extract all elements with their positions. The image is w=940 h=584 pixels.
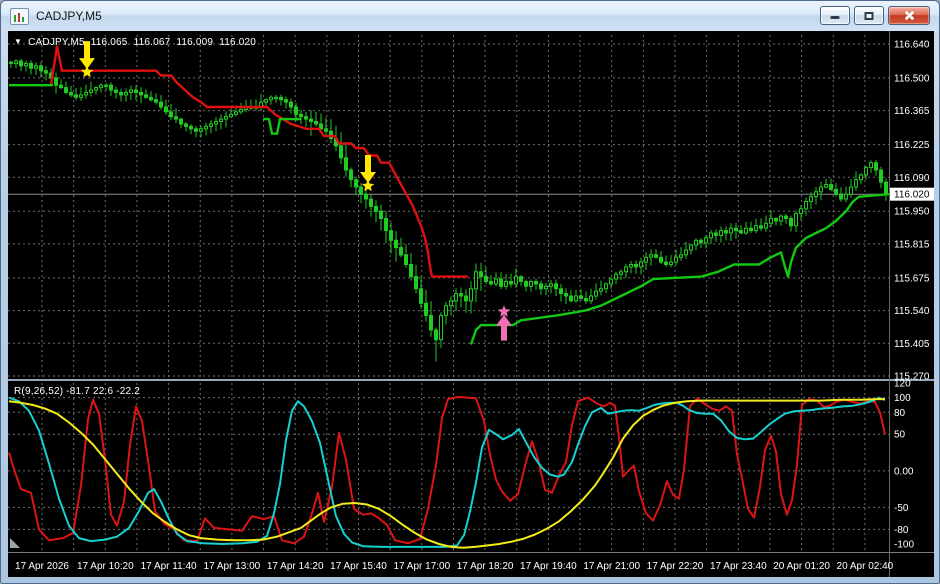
- symbol-dropdown-icon[interactable]: ▼: [14, 37, 22, 46]
- svg-text:17 Apr 10:20: 17 Apr 10:20: [77, 561, 134, 572]
- svg-text:50: 50: [894, 430, 906, 441]
- ohlc-high: 116.067: [134, 37, 171, 48]
- current-price-tag-text: 116.020: [894, 190, 930, 201]
- application-window: CADJPY,M5 116.640116.500116.365116.22511…: [0, 0, 940, 584]
- close-button[interactable]: [888, 6, 930, 25]
- window-controls: [820, 6, 930, 25]
- ohlc-symbol: CADJPY,M5: [28, 37, 85, 48]
- svg-text:-50: -50: [894, 503, 909, 514]
- svg-text:115.405: 115.405: [894, 339, 930, 350]
- svg-text:115.950: 115.950: [894, 207, 930, 218]
- svg-text:116.365: 116.365: [894, 106, 930, 117]
- minimize-icon: [831, 16, 840, 19]
- svg-text:100: 100: [894, 393, 911, 404]
- svg-text:-80: -80: [894, 525, 909, 536]
- svg-text:115.540: 115.540: [894, 306, 930, 317]
- svg-text:116.500: 116.500: [894, 73, 930, 84]
- window-title: CADJPY,M5: [36, 9, 102, 23]
- svg-text:0.00: 0.00: [894, 466, 914, 477]
- svg-text:17 Apr 15:40: 17 Apr 15:40: [330, 561, 387, 572]
- svg-text:17 Apr 23:40: 17 Apr 23:40: [710, 561, 767, 572]
- indicator-label: R(9,26,52) -81.7 22.6 -22.2: [14, 386, 140, 397]
- ohlc-close: 116.020: [219, 37, 256, 48]
- chart-canvas[interactable]: 116.640 116.500 116.365 116.225 116.090 115.9…: [8, 31, 934, 577]
- svg-text:115.815: 115.815: [894, 239, 930, 250]
- svg-text:17 Apr 21:00: 17 Apr 21:00: [583, 561, 640, 572]
- svg-text:17 Apr 18:20: 17 Apr 18:20: [457, 561, 514, 572]
- ohlc-open: 116.065: [91, 37, 128, 48]
- svg-text:80: 80: [894, 408, 906, 419]
- svg-text:116.090: 116.090: [894, 173, 930, 184]
- svg-text:116.640: 116.640: [894, 40, 930, 51]
- svg-text:-100: -100: [894, 540, 914, 551]
- svg-text:17 Apr 14:20: 17 Apr 14:20: [267, 561, 324, 572]
- svg-text:17 Apr 11:40: 17 Apr 11:40: [141, 561, 197, 572]
- svg-text:20 Apr 02:40: 20 Apr 02:40: [837, 561, 894, 572]
- svg-text:115.675: 115.675: [894, 273, 930, 284]
- svg-text:17 Apr 13:00: 17 Apr 13:00: [204, 561, 261, 572]
- minimize-button[interactable]: [820, 6, 850, 25]
- svg-text:116.225: 116.225: [894, 140, 930, 151]
- restore-icon: [865, 12, 874, 20]
- svg-text:17 Apr 22:20: 17 Apr 22:20: [647, 561, 704, 572]
- chart-window-icon: [10, 8, 29, 25]
- svg-text:17 Apr 17:00: 17 Apr 17:00: [393, 561, 450, 572]
- panel-divider[interactable]: [8, 379, 934, 381]
- svg-text:17 Apr 2026: 17 Apr 2026: [15, 561, 69, 572]
- ohlc-low: 116.009: [176, 37, 213, 48]
- close-icon: [904, 10, 915, 21]
- maximize-restore-button[interactable]: [854, 6, 884, 25]
- svg-text:120: 120: [894, 379, 911, 390]
- svg-text:20 Apr 01:20: 20 Apr 01:20: [773, 561, 830, 572]
- title-bar[interactable]: CADJPY,M5: [1, 1, 939, 31]
- ohlc-label: ▼ CADJPY,M5 116.065 116.067 116.009 116.020: [14, 37, 262, 48]
- chart-client-area[interactable]: 116.640 116.500 116.365 116.225 116.090 115.9…: [8, 31, 934, 577]
- svg-text:17 Apr 19:40: 17 Apr 19:40: [520, 561, 577, 572]
